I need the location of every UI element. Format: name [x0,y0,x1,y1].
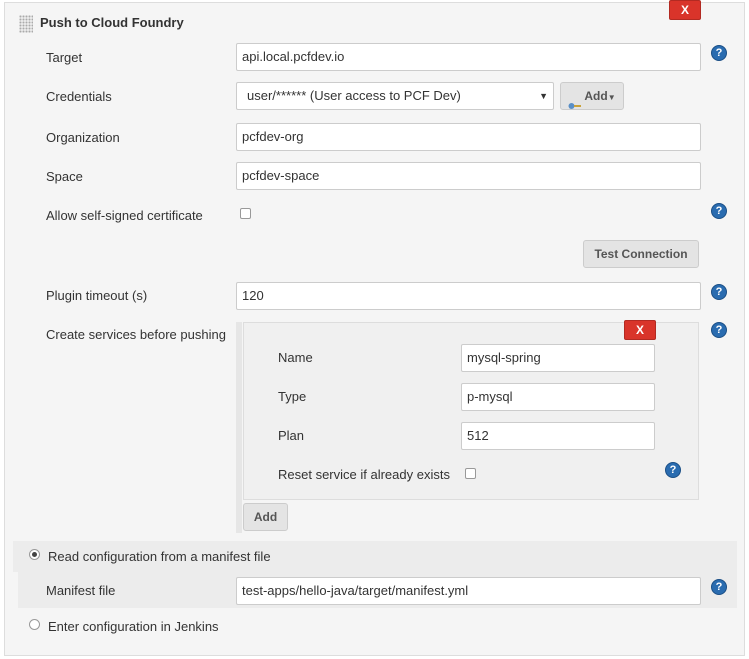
section-title: Push to Cloud Foundry [40,15,184,30]
service-type-label: Type [278,389,307,404]
reset-service-checkbox[interactable] [465,468,476,479]
self-signed-help-icon[interactable]: ? [711,203,727,219]
add-dropdown-icon: ▼ [607,93,616,102]
plugin-timeout-label: Plugin timeout (s) [46,288,148,303]
manifest-file-label: Manifest file [46,583,116,598]
manifest-radio[interactable] [29,549,40,560]
dropdown-arrow-icon: ▼ [539,91,548,101]
plugin-timeout-help-icon[interactable]: ? [711,284,727,300]
credentials-select[interactable]: user/****** (User access to PCF Dev) ▼ [236,82,554,110]
space-label: Space [46,169,83,184]
service-name-input[interactable]: mysql-spring [461,344,655,372]
manifest-option-label: Read configuration from a manifest file [48,549,271,564]
services-repeater-bar [236,322,242,533]
manifest-file-help-icon[interactable]: ? [711,579,727,595]
add-credentials-button[interactable]: Add▼ [560,82,624,110]
create-services-label: Create services before pushing [46,327,226,342]
create-services-help-icon[interactable]: ? [711,322,727,338]
self-signed-label: Allow self-signed certificate [46,208,203,223]
organization-label: Organization [46,130,120,145]
jenkins-config-radio[interactable] [29,619,40,630]
add-credentials-label: Add [584,89,608,103]
test-connection-button[interactable]: Test Connection [583,240,699,268]
manifest-file-input[interactable]: test-apps/hello-java/target/manifest.yml [236,577,701,605]
service-type-input[interactable]: p-mysql [461,383,655,411]
drag-handle-icon[interactable] [19,15,33,33]
key-icon [568,93,582,109]
target-input[interactable]: api.local.pcfdev.io [236,43,701,71]
target-label: Target [46,50,83,65]
space-input[interactable]: pcfdev-space [236,162,701,190]
reset-service-help-icon[interactable]: ? [665,462,681,478]
service-plan-input[interactable]: 512 [461,422,655,450]
reset-service-label: Reset service if already exists [278,467,450,482]
credentials-selected-value: user/****** (User access to PCF Dev) [247,88,461,103]
jenkins-config-label: Enter configuration in Jenkins [48,619,219,634]
credentials-label: Credentials [46,89,112,104]
add-service-button[interactable]: Add [243,503,288,531]
service-name-label: Name [278,350,313,365]
delete-step-button[interactable]: X [669,0,701,20]
target-help-icon[interactable]: ? [711,45,727,61]
service-plan-label: Plan [278,428,305,443]
plugin-timeout-input[interactable]: 120 [236,282,701,310]
self-signed-checkbox[interactable] [240,208,251,219]
organization-input[interactable]: pcfdev-org [236,123,701,151]
delete-service-button[interactable]: X [624,320,656,340]
